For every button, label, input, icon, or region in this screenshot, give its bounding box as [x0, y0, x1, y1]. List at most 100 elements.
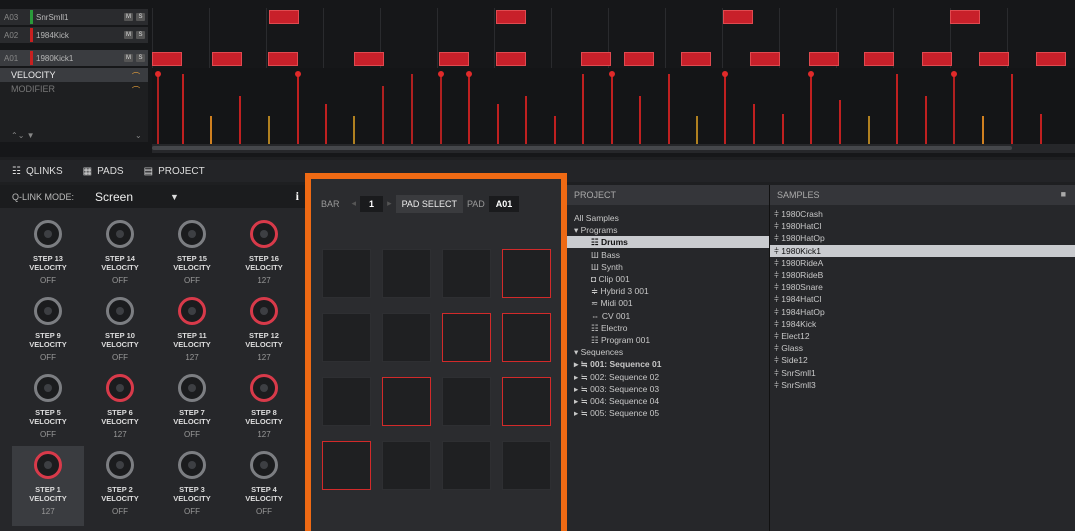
- qlink-knob[interactable]: STEP 8 VELOCITY 127: [228, 374, 300, 439]
- project-item[interactable]: ▸ ≒ 001: Sequence 01: [567, 358, 770, 370]
- velocity-bar[interactable]: [582, 74, 584, 144]
- note-block[interactable]: [1036, 52, 1066, 66]
- velocity-bar[interactable]: [753, 104, 755, 144]
- project-item[interactable]: Ш Synth: [567, 261, 770, 273]
- knob-dial[interactable]: [250, 220, 278, 248]
- sample-item[interactable]: ⫩ Side12: [770, 354, 1075, 366]
- velocity-lane-item[interactable]: VELOCITY ⌒: [0, 68, 148, 82]
- knob-dial[interactable]: [34, 451, 62, 479]
- velocity-bar[interactable]: [239, 96, 241, 144]
- velocity-dot[interactable]: [438, 71, 444, 77]
- drum-pad[interactable]: [442, 249, 491, 298]
- solo-button[interactable]: S: [136, 54, 145, 62]
- velocity-bar[interactable]: [782, 114, 784, 144]
- project-item[interactable]: ▸ ≒ 005: Sequence 05: [567, 407, 770, 419]
- project-item[interactable]: Ш Bass: [567, 249, 770, 261]
- note-block[interactable]: [950, 10, 980, 24]
- velocity-bar[interactable]: [297, 74, 299, 144]
- knob-dial[interactable]: [250, 297, 278, 325]
- drum-pad[interactable]: [382, 249, 431, 298]
- modifier-lane-item[interactable]: MODIFIER ⌒: [0, 82, 148, 96]
- drum-pad[interactable]: [382, 441, 431, 490]
- knob-dial[interactable]: [34, 374, 62, 402]
- velocity-bar[interactable]: [896, 74, 898, 144]
- project-item[interactable]: ☷ Drums: [567, 236, 770, 249]
- velocity-bar[interactable]: [497, 104, 499, 144]
- drum-pad[interactable]: [502, 377, 551, 426]
- pad-value[interactable]: A01: [488, 195, 520, 212]
- qlink-knob[interactable]: STEP 7 VELOCITY OFF: [156, 374, 228, 439]
- note-block[interactable]: [624, 52, 654, 66]
- velocity-bar[interactable]: [525, 96, 527, 144]
- knob-dial[interactable]: [34, 297, 62, 325]
- qlink-knob[interactable]: STEP 2 VELOCITY OFF: [84, 451, 156, 516]
- velocity-bar[interactable]: [925, 96, 927, 144]
- qlink-knob[interactable]: STEP 6 VELOCITY 127: [84, 374, 156, 439]
- project-item[interactable]: All Samples: [567, 212, 770, 224]
- drum-pad[interactable]: [442, 441, 491, 490]
- knob-dial[interactable]: [34, 220, 62, 248]
- sample-item[interactable]: ⫩ SnrSmll3: [770, 379, 1075, 391]
- sample-item[interactable]: ⫩ 1980HatCl: [770, 220, 1075, 232]
- velocity-bar[interactable]: [268, 116, 270, 144]
- velocity-bar[interactable]: [182, 74, 184, 144]
- solo-button[interactable]: S: [136, 31, 145, 39]
- note-block[interactable]: [152, 52, 182, 66]
- lane-collapse-icon[interactable]: ⌄: [135, 131, 142, 140]
- project-item[interactable]: ≂ Midi 001: [567, 297, 770, 309]
- qlink-knob[interactable]: STEP 11 VELOCITY 127: [156, 297, 228, 362]
- velocity-bar[interactable]: [440, 74, 442, 144]
- velocity-dot[interactable]: [722, 71, 728, 77]
- velocity-bar[interactable]: [639, 96, 641, 144]
- sample-item[interactable]: ⫩ Glass: [770, 342, 1075, 354]
- bar-next-icon[interactable]: ▸: [387, 198, 392, 209]
- sample-item[interactable]: ⫩ 1984Kick: [770, 318, 1075, 330]
- note-block[interactable]: [439, 52, 469, 66]
- tab-pads[interactable]: ▦ PADS: [83, 166, 124, 177]
- qlink-knob[interactable]: STEP 15 VELOCITY OFF: [156, 220, 228, 285]
- qlink-knob[interactable]: STEP 4 VELOCITY OFF: [228, 451, 300, 516]
- qlink-knob[interactable]: STEP 9 VELOCITY OFF: [12, 297, 84, 362]
- velocity-bar[interactable]: [696, 116, 698, 144]
- note-block[interactable]: [750, 52, 780, 66]
- drum-pad[interactable]: [322, 249, 371, 298]
- knob-dial[interactable]: [106, 220, 134, 248]
- project-item[interactable]: ☷ Program 001: [567, 334, 770, 346]
- bar-value[interactable]: 1: [360, 195, 384, 212]
- velocity-bar[interactable]: [868, 116, 870, 144]
- project-item[interactable]: ▸ ≒ 002: Sequence 02: [567, 371, 770, 383]
- note-block[interactable]: [268, 52, 298, 66]
- velocity-bar[interactable]: [210, 116, 212, 144]
- velocity-dot[interactable]: [609, 71, 615, 77]
- track-row[interactable]: A02 1984Kick M S: [0, 27, 148, 43]
- project-item[interactable]: ☷ Electro: [567, 322, 770, 334]
- qlink-mode-select[interactable]: Screen: [95, 190, 170, 204]
- note-block[interactable]: [681, 52, 711, 66]
- project-item[interactable]: ◘ Clip 001: [567, 273, 770, 285]
- qlink-knob[interactable]: STEP 13 VELOCITY OFF: [12, 220, 84, 285]
- project-item[interactable]: ▸ ≒ 004: Sequence 04: [567, 395, 770, 407]
- sample-item[interactable]: ⫩ SnrSmll1: [770, 367, 1075, 379]
- scroll-thumb[interactable]: [152, 146, 1012, 150]
- solo-button[interactable]: S: [136, 13, 145, 21]
- note-block[interactable]: [864, 52, 894, 66]
- knob-dial[interactable]: [250, 374, 278, 402]
- velocity-lane[interactable]: [152, 68, 1075, 144]
- drum-pad[interactable]: [502, 441, 551, 490]
- velocity-dot[interactable]: [155, 71, 161, 77]
- note-block[interactable]: [496, 10, 526, 24]
- knob-dial[interactable]: [178, 297, 206, 325]
- velocity-bar[interactable]: [411, 74, 413, 144]
- drum-pad[interactable]: [322, 377, 371, 426]
- velocity-bar[interactable]: [611, 74, 613, 144]
- note-block[interactable]: [581, 52, 611, 66]
- mute-button[interactable]: M: [124, 54, 133, 62]
- sample-item[interactable]: ⫩ 1980HatOp: [770, 232, 1075, 244]
- project-item[interactable]: ≑ Hybrid 3 001: [567, 285, 770, 297]
- velocity-dot[interactable]: [295, 71, 301, 77]
- qlink-knob[interactable]: STEP 14 VELOCITY OFF: [84, 220, 156, 285]
- track-row[interactable]: A03 SnrSmll1 M S: [0, 9, 148, 25]
- mute-button[interactable]: M: [124, 31, 133, 39]
- knob-dial[interactable]: [250, 451, 278, 479]
- note-block[interactable]: [496, 52, 526, 66]
